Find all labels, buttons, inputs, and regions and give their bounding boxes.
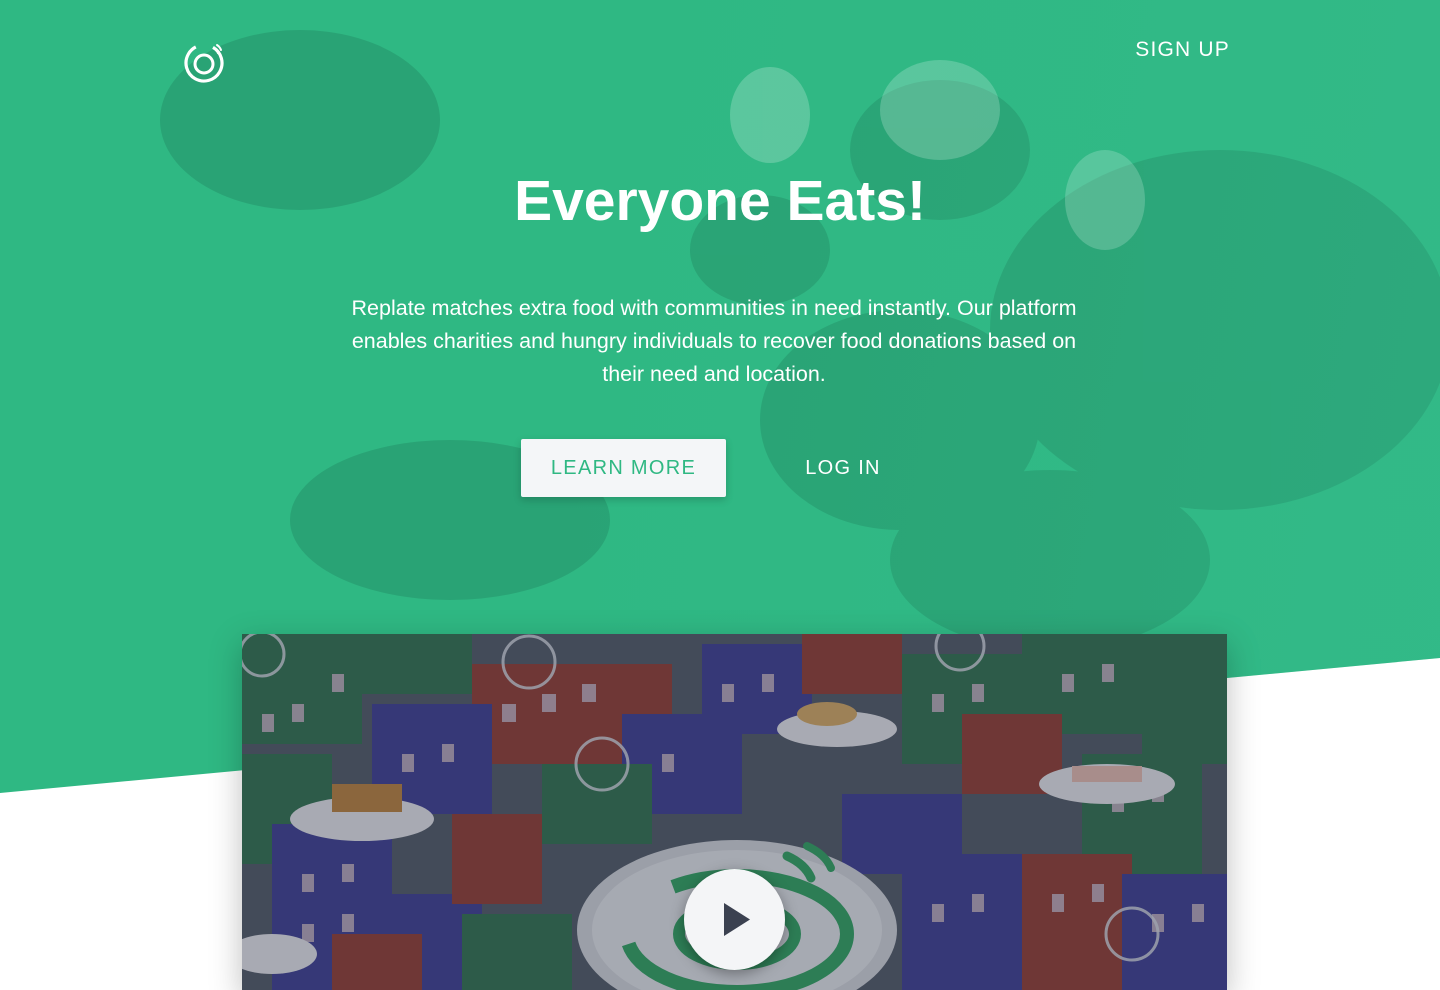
- hero-title: Everyone Eats!: [514, 169, 926, 233]
- hero-description: Replate matches extra food with communit…: [351, 296, 1077, 386]
- login-button[interactable]: LOG IN: [782, 439, 904, 497]
- video-player[interactable]: [242, 634, 1227, 990]
- play-icon: [724, 903, 750, 936]
- play-button[interactable]: [684, 869, 785, 970]
- learn-more-button[interactable]: LEARN MORE: [521, 439, 726, 497]
- replate-logo-icon[interactable]: [183, 42, 225, 84]
- signup-link[interactable]: SIGN UP: [1135, 38, 1230, 62]
